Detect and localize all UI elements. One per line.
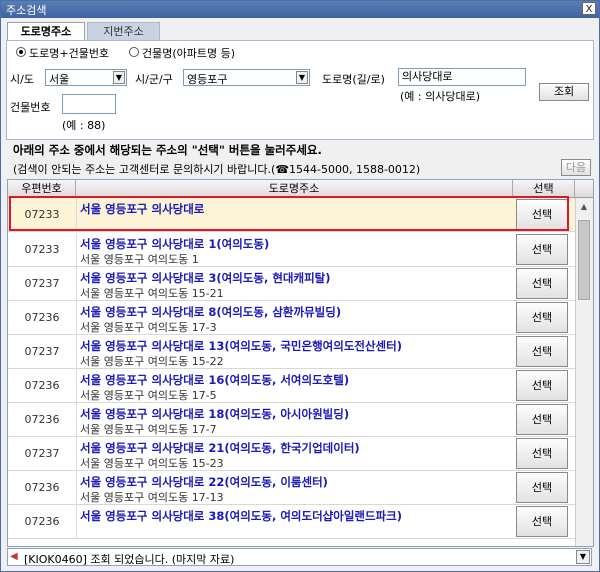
header-select: 선택 bbox=[513, 180, 575, 197]
row-road-address: 서울 영등포구 의사당대로 16(여의도동, 서여의도호텔) bbox=[80, 373, 350, 387]
next-button[interactable]: 다음 bbox=[561, 159, 591, 176]
select-button[interactable]: 선택 bbox=[516, 370, 568, 401]
chevron-down-icon[interactable]: ▼ bbox=[576, 550, 590, 564]
sigungu-value: 영등포구 bbox=[187, 73, 228, 86]
row-road-address: 서울 영등포구 의사당대로 8(여의도동, 삼환까뮤빌딩) bbox=[80, 305, 342, 319]
sido-select[interactable]: 서울 ▼ bbox=[45, 69, 127, 86]
select-button[interactable]: 선택 bbox=[516, 438, 568, 469]
road-label: 도로명(길/로) bbox=[322, 73, 385, 86]
select-button[interactable]: 선택 bbox=[516, 234, 568, 265]
radio-road-building-label: 도로명+건물번호 bbox=[29, 47, 110, 60]
status-bar: ◀ [KIOK0460] 조회 되었습니다. (마지막 자료) ▼ bbox=[7, 548, 592, 566]
select-button[interactable]: 선택 bbox=[516, 472, 568, 503]
row-zip: 07237 bbox=[8, 267, 77, 300]
row-zip: 07237 bbox=[8, 437, 77, 470]
table-row: 07236 서울 영등포구 의사당대로 16(여의도동, 서여의도호텔) 서울 … bbox=[8, 369, 575, 403]
row-jibun-address: 서울 영등포구 여의도동 17-13 bbox=[80, 491, 224, 504]
contact-text: (검색이 안되는 주소는 고객센터로 문의하시기 바랍니다.(☎1544-500… bbox=[13, 163, 421, 176]
select-button[interactable]: 선택 bbox=[516, 506, 568, 537]
row-road-address: 서울 영등포구 의사당대로 18(여의도동, 아시아원빌딩) bbox=[80, 407, 350, 421]
table-row: 07236 서울 영등포구 의사당대로 8(여의도동, 삼환까뮤빌딩) 서울 영… bbox=[8, 301, 575, 335]
row-road-address: 서울 영등포구 의사당대로 1(여의도동) bbox=[80, 237, 270, 251]
header-zip: 우편번호 bbox=[8, 180, 76, 197]
select-button[interactable]: 선택 bbox=[516, 302, 568, 333]
row-road-address: 서울 영등포구 의사당대로 21(여의도동, 한국기업데이터) bbox=[80, 441, 360, 455]
chevron-down-icon[interactable]: ▼ bbox=[113, 71, 125, 84]
row-road-address: 서울 영등포구 의사당대로 38(여의도동, 여의도더샵아일랜드파크) bbox=[80, 509, 402, 523]
vertical-scrollbar[interactable]: ▲ bbox=[575, 198, 593, 546]
sido-value: 서울 bbox=[49, 73, 70, 86]
row-jibun-address: 서울 영등포구 여의도동 17-3 bbox=[80, 321, 217, 334]
scroll-up-icon[interactable]: ▲ bbox=[578, 200, 590, 214]
row-road-address: 서울 영등포구 의사당대로 13(여의도동, 국민은행여의도전산센터) bbox=[80, 339, 402, 353]
building-no-label: 건물번호 bbox=[10, 101, 51, 114]
radio-building-name-label: 건물명(아파트명 등) bbox=[142, 47, 236, 60]
chevron-down-icon[interactable]: ▼ bbox=[296, 71, 308, 84]
selected-row-highlight bbox=[9, 196, 569, 231]
close-icon[interactable]: X bbox=[582, 2, 596, 15]
result-table: 우편번호 도로명주소 선택 07233 서울 영등포구 의사당대로 선택 072… bbox=[7, 179, 594, 547]
row-zip: 07233 bbox=[8, 233, 77, 266]
building-no-example: (예 : 88) bbox=[62, 119, 106, 132]
row-jibun-address: 서울 영등포구 여의도동 15-21 bbox=[80, 287, 224, 300]
address-search-window: 주소검색 X 도로명주소 지번주소 도로명+건물번호 건물명(아파트명 등) 시… bbox=[0, 0, 600, 572]
header-address: 도로명주소 bbox=[76, 180, 513, 197]
row-zip: 07236 bbox=[8, 369, 77, 402]
instruction-text: 아래의 주소 중에서 해당되는 주소의 "선택" 버튼을 눌러주세요. bbox=[13, 143, 322, 157]
table-row: 07236 서울 영등포구 의사당대로 22(여의도동, 이룸센터) 서울 영등… bbox=[8, 471, 575, 505]
row-jibun-address: 서울 영등포구 여의도동 15-22 bbox=[80, 355, 224, 368]
search-panel: 도로명+건물번호 건물명(아파트명 등) 시/도 서울 ▼ 시/군/구 영등포구… bbox=[6, 40, 594, 140]
window-title: 주소검색 bbox=[6, 4, 47, 17]
road-example: (예 : 의사당대로) bbox=[400, 90, 481, 103]
row-zip: 07236 bbox=[8, 471, 77, 504]
tab-jibun-address[interactable]: 지번주소 bbox=[87, 22, 160, 40]
title-bar: 주소검색 X bbox=[1, 1, 599, 18]
row-jibun-address: 서울 영등포구 여의도동 15-23 bbox=[80, 457, 224, 470]
search-button[interactable]: 조회 bbox=[539, 83, 589, 101]
status-message: [KIOK0460] 조회 되었습니다. (마지막 자료) bbox=[24, 553, 235, 566]
building-no-input[interactable] bbox=[62, 94, 116, 114]
scrollbar-thumb[interactable] bbox=[578, 220, 590, 300]
row-road-address: 서울 영등포구 의사당대로 3(여의도동, 현대캐피탈) bbox=[80, 271, 331, 285]
tab-road-address[interactable]: 도로명주소 bbox=[7, 22, 85, 40]
select-button[interactable]: 선택 bbox=[516, 404, 568, 435]
table-row: 07237 서울 영등포구 의사당대로 13(여의도동, 국민은행여의도전산센터… bbox=[8, 335, 575, 369]
radio-building-name[interactable] bbox=[129, 47, 139, 57]
row-road-address: 서울 영등포구 의사당대로 22(여의도동, 이룸센터) bbox=[80, 475, 328, 489]
row-zip: 07236 bbox=[8, 505, 77, 538]
row-zip: 07236 bbox=[8, 403, 77, 436]
table-row: 07237 서울 영등포구 의사당대로 21(여의도동, 한국기업데이터) 서울… bbox=[8, 437, 575, 471]
row-jibun-address: 서울 영등포구 여의도동 1 bbox=[80, 253, 199, 266]
speaker-icon: ◀ bbox=[10, 551, 18, 562]
table-row: 07237 서울 영등포구 의사당대로 3(여의도동, 현대캐피탈) 서울 영등… bbox=[8, 267, 575, 301]
radio-road-building[interactable] bbox=[16, 47, 26, 57]
row-jibun-address: 서울 영등포구 여의도동 17-7 bbox=[80, 423, 217, 436]
table-row: 07236 서울 영등포구 의사당대로 18(여의도동, 아시아원빌딩) 서울 … bbox=[8, 403, 575, 437]
select-button[interactable]: 선택 bbox=[516, 268, 568, 299]
row-zip: 07236 bbox=[8, 301, 77, 334]
road-input[interactable]: 의사당대로 bbox=[398, 68, 526, 86]
sigungu-select[interactable]: 영등포구 ▼ bbox=[183, 69, 310, 86]
row-jibun-address: 서울 영등포구 여의도동 17-5 bbox=[80, 389, 217, 402]
sido-label: 시/도 bbox=[10, 73, 34, 86]
table-row: 07236 서울 영등포구 의사당대로 38(여의도동, 여의도더샵아일랜드파크… bbox=[8, 505, 575, 539]
row-zip: 07237 bbox=[8, 335, 77, 368]
table-row: 07233 서울 영등포구 의사당대로 1(여의도동) 서울 영등포구 여의도동… bbox=[8, 233, 575, 267]
select-button[interactable]: 선택 bbox=[516, 336, 568, 367]
sigungu-label: 시/군/구 bbox=[135, 73, 173, 86]
